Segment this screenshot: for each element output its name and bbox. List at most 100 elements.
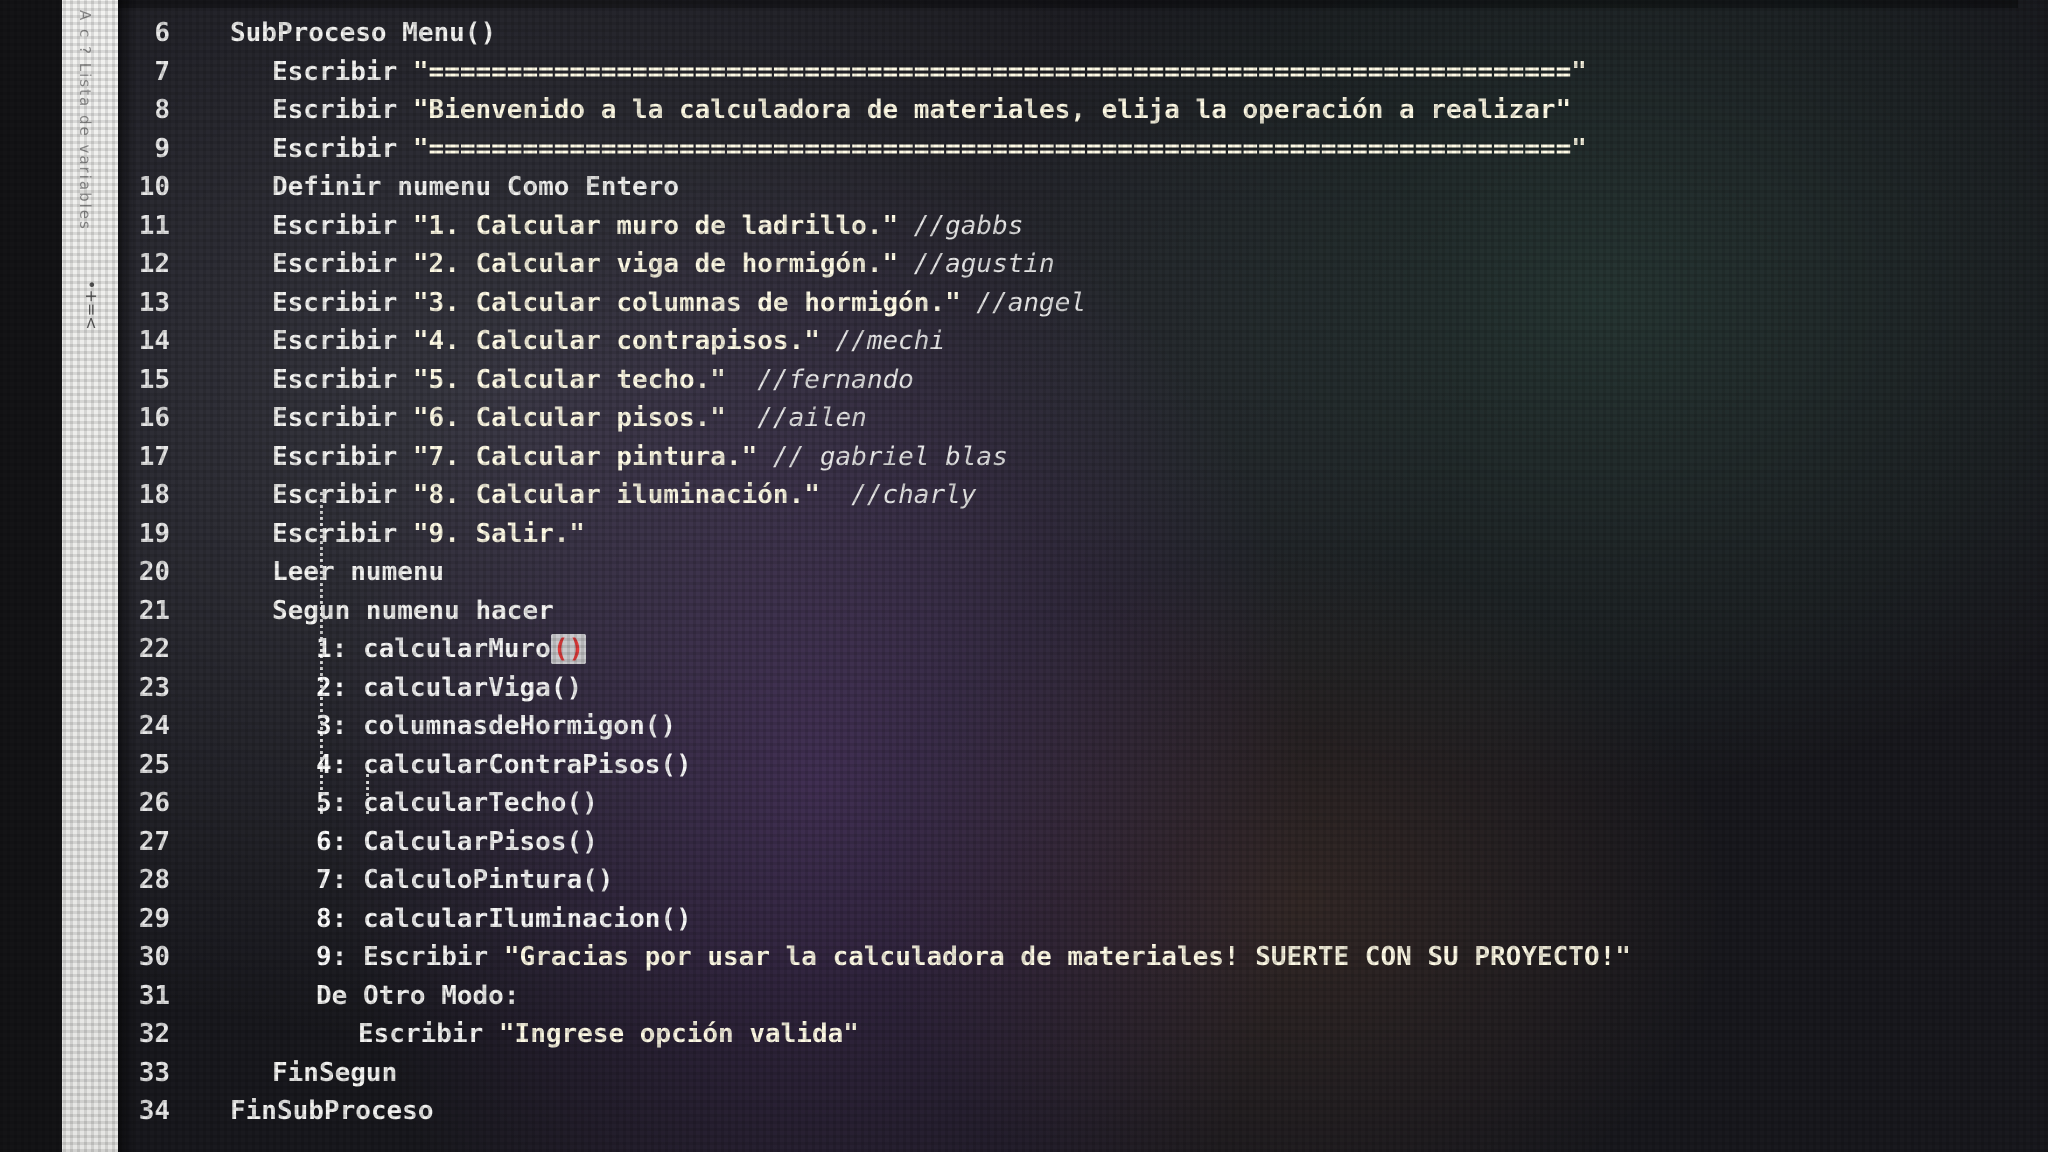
keyword: Escribir: [272, 518, 413, 549]
code-line[interactable]: 20 Leer numenu: [118, 553, 445, 591]
code-content[interactable]: Escribir "2. Calcular viga de hormigón."…: [272, 249, 1055, 279]
line-number: 25: [138, 749, 170, 780]
code-line[interactable]: 15 Escribir "5. Calcular techo." //fernan…: [118, 361, 914, 399]
string-literal: "Gracias por usar la calculadora de mate…: [503, 942, 1631, 972]
code-content[interactable]: 8: calcularIluminacion(): [316, 904, 692, 934]
code-line[interactable]: 28 7: CalculoPintura(): [118, 861, 614, 899]
code-content[interactable]: 5: calcularTecho(): [316, 788, 598, 818]
code-content[interactable]: FinSubProceso: [230, 1096, 434, 1126]
code-line[interactable]: 23 2: calcularViga(): [118, 669, 582, 707]
line-number: 17: [138, 441, 170, 472]
string-literal: "7. Calcular pintura.": [412, 441, 773, 472]
comment: //charly: [851, 480, 977, 510]
code-content[interactable]: 6: CalcularPisos(): [316, 827, 598, 857]
code-line[interactable]: 6 SubProceso Menu(): [118, 14, 496, 52]
comment: //mechi: [835, 326, 946, 356]
code-content[interactable]: Escribir "==============================…: [272, 57, 1587, 87]
line-number: 12: [138, 249, 170, 279]
side-panel-label: A c ? Lista de variables: [76, 10, 94, 231]
code-content[interactable]: SubProceso Menu(): [230, 18, 496, 48]
case-label: 9:: [316, 942, 363, 972]
code-line[interactable]: 34 FinSubProceso: [118, 1092, 434, 1130]
code-line[interactable]: 33 FinSegun: [118, 1054, 398, 1092]
code-content[interactable]: 1: calcularMuro(): [316, 634, 587, 664]
keyword: Escribir: [272, 326, 413, 356]
code-content[interactable]: Escribir "6. Calcular pisos." //ailen: [272, 403, 867, 433]
code-content[interactable]: 9: Escribir "Gracias por usar la calcula…: [316, 942, 1631, 972]
code-content[interactable]: 2: calcularViga(): [316, 673, 582, 703]
line-number: 31: [138, 980, 170, 1011]
code-content[interactable]: Escribir "9. Salir.": [272, 519, 585, 549]
code-content[interactable]: Leer numenu: [272, 557, 444, 587]
string-literal: "=======================================…: [412, 133, 1587, 164]
code-line[interactable]: 16 Escribir "6. Calcular pisos." //ailen: [118, 399, 867, 437]
code-line[interactable]: 14 Escribir "4. Calcular contrapisos." //…: [118, 322, 945, 360]
line-number: 7: [154, 56, 170, 87]
cursor-selection: (): [550, 634, 587, 664]
code-line[interactable]: 8 Escribir "Bienvenido a la calculadora d…: [118, 91, 1571, 129]
code-line[interactable]: 22 1: calcularMuro(): [118, 630, 587, 668]
keyword: Escribir: [272, 249, 413, 279]
code-content[interactable]: 3: columnasdeHormigon(): [316, 711, 676, 741]
code-line[interactable]: 29 8: calcularIluminacion(): [118, 900, 692, 938]
code-line[interactable]: 21 Segun numenu hacer: [118, 592, 554, 630]
keyword: Escribir: [272, 133, 413, 164]
string-literal: "8. Calcular iluminación.": [412, 480, 852, 510]
code-line[interactable]: 7 Escribir "=============================…: [118, 53, 1587, 91]
code-line[interactable]: 18 Escribir "8. Calcular iluminación." //…: [118, 476, 977, 514]
code-content[interactable]: Escribir "8. Calcular iluminación." //ch…: [272, 480, 976, 510]
keyword: Escribir: [362, 942, 504, 972]
code-line[interactable]: 13 Escribir "3. Calcular columnas de horm…: [118, 284, 1086, 322]
code-content[interactable]: Escribir "3. Calcular columnas de hormig…: [272, 288, 1086, 318]
code-content[interactable]: FinSegun: [272, 1058, 397, 1088]
line-number: 27: [138, 826, 170, 857]
keyword: Segun numenu hacer: [272, 595, 554, 626]
keyword: De Otro Modo:: [316, 980, 520, 1011]
code-content[interactable]: Segun numenu hacer: [272, 596, 554, 626]
keyword: Escribir: [358, 1019, 499, 1049]
line-number: 26: [138, 788, 170, 818]
code-content[interactable]: Definir numenu Como Entero: [272, 172, 679, 202]
line-number: 15: [138, 364, 170, 395]
code-content[interactable]: 4: calcularContraPisos(): [316, 750, 692, 780]
code-content[interactable]: Escribir "==============================…: [272, 134, 1587, 164]
code-content[interactable]: Escribir "Ingrese opción valida": [358, 1019, 859, 1049]
comment: //gabbs: [913, 210, 1024, 241]
string-literal: "4. Calcular contrapisos.": [412, 326, 836, 356]
keyword: Escribir: [272, 56, 413, 87]
code-line[interactable]: 24 3: columnasdeHormigon(): [118, 707, 676, 745]
code-line[interactable]: 9 Escribir "=============================…: [118, 130, 1587, 168]
code-line[interactable]: 11 Escribir "1. Calcular muro de ladrillo…: [118, 207, 1024, 245]
code-content[interactable]: Escribir "7. Calcular pintura." // gabri…: [272, 442, 1008, 472]
case-label: 3:: [316, 711, 363, 741]
line-number: 11: [138, 210, 170, 241]
code-content[interactable]: Escribir "1. Calcular muro de ladrillo."…: [272, 211, 1023, 241]
case-label: 6:: [316, 826, 363, 857]
case-label: 7:: [316, 865, 363, 895]
code-content[interactable]: 7: CalculoPintura(): [316, 865, 613, 895]
code-content[interactable]: Escribir "5. Calcular techo." //fernando: [272, 365, 914, 395]
line-number: 29: [138, 903, 170, 934]
code-content[interactable]: De Otro Modo:: [316, 981, 520, 1011]
code-line[interactable]: 17 Escribir "7. Calcular pintura." // gab…: [118, 438, 1008, 476]
code-line[interactable]: 10 Definir numenu Como Entero: [118, 168, 679, 206]
case-label: 8:: [316, 903, 363, 934]
monitor-screen: A c ? Lista de variables •+=< 6 SubProces…: [0, 0, 2048, 1152]
code-line[interactable]: 31 De Otro Modo:: [118, 977, 520, 1015]
code-content[interactable]: Escribir "Bienvenido a la calculadora de…: [272, 95, 1571, 125]
code-line[interactable]: 27 6: CalcularPisos(): [118, 823, 598, 861]
code-content[interactable]: Escribir "4. Calcular contrapisos." //me…: [272, 326, 945, 356]
variables-side-panel[interactable]: A c ? Lista de variables •+=<: [62, 0, 118, 1152]
string-literal: "3. Calcular columnas de hormigón.": [412, 287, 977, 318]
code-line[interactable]: 32 Escribir "Ingrese opción valida": [118, 1015, 859, 1053]
code-line[interactable]: 30 9: Escribir "Gracias por usar la calcu…: [118, 938, 1631, 976]
keyword: Escribir: [272, 95, 413, 125]
code-line[interactable]: 19 Escribir "9. Salir.": [118, 515, 585, 553]
function-call: calcularMuro: [362, 634, 551, 664]
code-line[interactable]: 25 4: calcularContraPisos(): [118, 746, 692, 784]
code-editor[interactable]: 6 SubProceso Menu() 7 Escribir "===========…: [118, 14, 2018, 1144]
line-number: 33: [138, 1057, 170, 1088]
code-line[interactable]: 12 Escribir "2. Calcular viga de hormigón…: [118, 245, 1055, 283]
code-line[interactable]: 26 5: calcularTecho(): [118, 784, 598, 822]
comment: //angel: [976, 287, 1086, 318]
